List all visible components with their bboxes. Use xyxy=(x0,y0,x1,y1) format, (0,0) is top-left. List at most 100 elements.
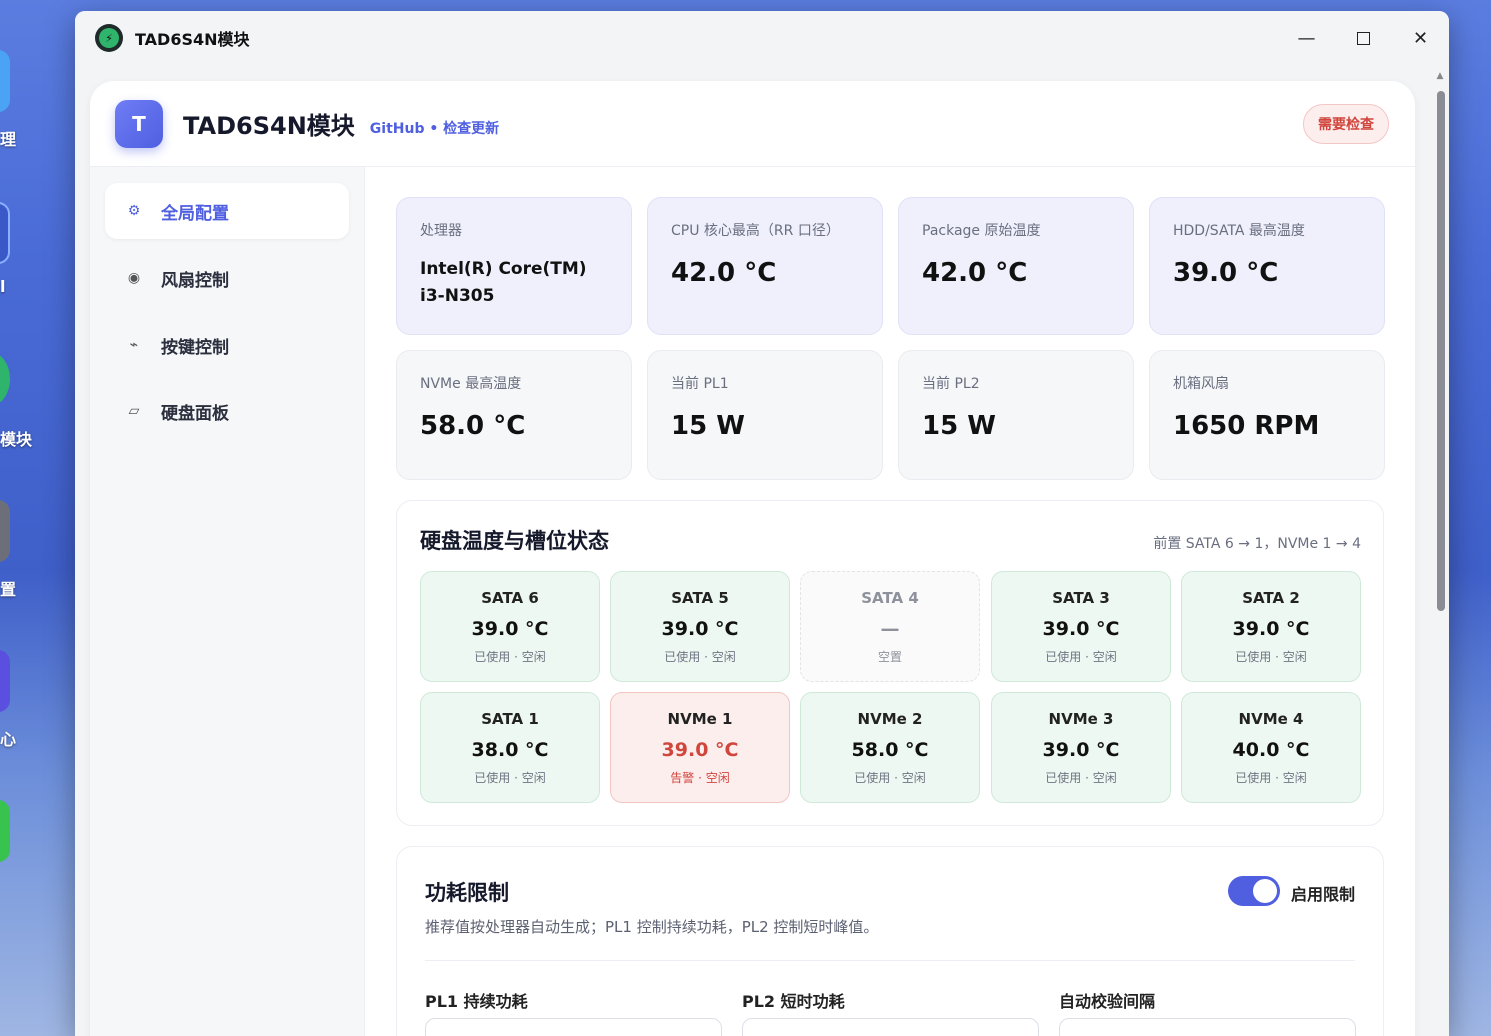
stat-label: Package 原始温度 xyxy=(922,223,1041,239)
stat-card-hdd-max: HDD/SATA 最高温度 39.0 °C xyxy=(1149,197,1385,335)
slot-status: 已使用 · 空闲 xyxy=(1235,771,1307,785)
disk-slot-nvme4[interactable]: NVMe 4 40.0 °C 已使用 · 空闲 xyxy=(1181,692,1361,803)
check-update-link[interactable]: 检查更新 xyxy=(443,121,499,137)
stat-card-cpu: 处理器 Intel(R) Core(TM) i3-N305 xyxy=(396,197,632,335)
power-description: 推荐值按处理器自动生成；PL1 控制持续功耗，PL2 控制短时峰值。 xyxy=(425,918,879,936)
desktop-icon-3[interactable] xyxy=(0,352,10,406)
slot-name: SATA 4 xyxy=(861,589,919,607)
power-limit-panel: 功耗限制 启用限制 推荐值按处理器自动生成；PL1 控制持续功耗，PL2 控制短… xyxy=(396,846,1384,1036)
stat-card-pl2: 当前 PL2 15 W xyxy=(898,350,1134,480)
slot-status: 已使用 · 空闲 xyxy=(854,771,926,785)
sidebar-item-disk-panel[interactable]: ▱ 硬盘面板 xyxy=(105,383,349,439)
maximize-button[interactable] xyxy=(1335,11,1392,65)
stat-value: 1650 RPM xyxy=(1173,411,1320,441)
disk-slot-sata4[interactable]: SATA 4 — 空置 xyxy=(800,571,980,682)
desktop-icon-1[interactable] xyxy=(0,50,10,112)
desktop-icon-4[interactable] xyxy=(0,500,10,562)
maximize-icon xyxy=(1357,31,1370,45)
stat-value: 42.0 °C xyxy=(671,258,777,288)
divider xyxy=(425,960,1355,961)
slot-temp: 39.0 °C xyxy=(1042,618,1120,640)
status-badge[interactable]: 需要检查 xyxy=(1303,104,1389,144)
brand-badge: T xyxy=(115,99,163,148)
stat-label: 处理器 xyxy=(420,223,462,239)
stat-label: 机箱风扇 xyxy=(1173,376,1229,392)
app-window: ⚡ TAD6S4N模块 — ✕ T TAD6S4N模块 GitHub • 检查更… xyxy=(75,11,1449,1036)
slot-name: SATA 5 xyxy=(671,589,729,607)
slot-temp: 39.0 °C xyxy=(1042,739,1120,761)
desktop-icon-6[interactable] xyxy=(0,800,10,862)
sidebar-item-global-config[interactable]: ⚙ 全局配置 xyxy=(105,183,349,239)
github-link[interactable]: GitHub xyxy=(370,121,425,137)
close-icon: ✕ xyxy=(1412,27,1429,49)
stat-card-cpu-core-max: CPU 核心最高（RR 口径） 42.0 °C xyxy=(647,197,883,335)
stat-card-chassis-fan: 机箱风扇 1650 RPM xyxy=(1149,350,1385,480)
vertical-scrollbar[interactable]: ▲ xyxy=(1435,71,1445,1036)
disk-slot-nvme2[interactable]: NVMe 2 58.0 °C 已使用 · 空闲 xyxy=(800,692,980,803)
desktop-icon-2[interactable] xyxy=(0,202,10,264)
stat-label: CPU 核心最高（RR 口径） xyxy=(671,223,840,239)
sidebar: ⚙ 全局配置 ◉ 风扇控制 ⌁ 按键控制 ▱ 硬盘面板 xyxy=(90,167,365,1036)
slot-temp: 40.0 °C xyxy=(1232,739,1310,761)
slot-temp: — xyxy=(880,618,900,640)
disk-slot-sata1[interactable]: SATA 1 38.0 °C 已使用 · 空闲 xyxy=(420,692,600,803)
slot-status: 空置 xyxy=(877,650,902,664)
close-button[interactable]: ✕ xyxy=(1392,11,1449,65)
sidebar-item-fan-control[interactable]: ◉ 风扇控制 xyxy=(105,250,349,306)
slot-name: NVMe 4 xyxy=(1238,710,1304,728)
desktop-label-2: l xyxy=(0,277,6,296)
slot-name: SATA 3 xyxy=(1052,589,1110,607)
page-title: TAD6S4N模块 xyxy=(183,112,355,140)
app-card: T TAD6S4N模块 GitHub • 检查更新 需要检查 ⚙ 全局配置 ◉ … xyxy=(90,81,1415,1036)
pl1-label: PL1 持续功耗 xyxy=(425,992,528,1011)
pl2-input[interactable] xyxy=(742,1018,1039,1036)
desktop-icon-5[interactable] xyxy=(0,650,10,712)
slot-status: 已使用 · 空闲 xyxy=(1235,650,1307,664)
sidebar-item-label: 按键控制 xyxy=(161,337,229,358)
disk-slot-nvme1[interactable]: NVMe 1 39.0 °C 告警 · 空闲 xyxy=(610,692,790,803)
scroll-up-icon[interactable]: ▲ xyxy=(1435,71,1445,81)
disk-panel-note: 前置 SATA 6 → 1，NVMe 1 → 4 xyxy=(1153,536,1361,552)
check-interval-input[interactable] xyxy=(1059,1018,1356,1036)
key-icon: ⌁ xyxy=(129,337,139,353)
stat-card-nvme-max: NVMe 最高温度 58.0 °C xyxy=(396,350,632,480)
desktop-label-3: 模块 xyxy=(0,430,33,449)
title-bar[interactable]: ⚡ TAD6S4N模块 — ✕ xyxy=(75,11,1449,65)
pl1-input[interactable] xyxy=(425,1018,722,1036)
stat-label: HDD/SATA 最高温度 xyxy=(1173,223,1305,239)
stat-value: 15 W xyxy=(922,411,996,441)
stat-label: 当前 PL2 xyxy=(922,376,980,392)
slot-temp: 39.0 °C xyxy=(471,618,549,640)
slot-name: SATA 6 xyxy=(481,589,539,607)
slot-temp: 39.0 °C xyxy=(661,739,739,761)
power-panel-title: 功耗限制 xyxy=(425,881,509,905)
check-interval-label: 自动校验间隔 xyxy=(1059,992,1156,1011)
stat-label: 当前 PL1 xyxy=(671,376,729,392)
disk-status-panel: 硬盘温度与槽位状态 前置 SATA 6 → 1，NVMe 1 → 4 SATA … xyxy=(396,500,1384,826)
disk-slot-sata6[interactable]: SATA 6 39.0 °C 已使用 · 空闲 xyxy=(420,571,600,682)
slot-status: 已使用 · 空闲 xyxy=(474,771,546,785)
desktop-label-5: 心 xyxy=(0,730,17,749)
enable-limit-toggle[interactable] xyxy=(1228,876,1280,906)
lightning-shield-icon: ⚡ xyxy=(95,24,123,52)
disk-slot-sata5[interactable]: SATA 5 39.0 °C 已使用 · 空闲 xyxy=(610,571,790,682)
slot-temp: 38.0 °C xyxy=(471,739,549,761)
stat-card-pl1: 当前 PL1 15 W xyxy=(647,350,883,480)
app-header: T TAD6S4N模块 GitHub • 检查更新 需要检查 xyxy=(90,81,1415,167)
slot-status: 告警 · 空闲 xyxy=(670,771,730,785)
slot-name: SATA 1 xyxy=(481,710,539,728)
stat-value: 39.0 °C xyxy=(1173,258,1279,288)
sidebar-item-label: 风扇控制 xyxy=(161,270,229,291)
scroll-thumb[interactable] xyxy=(1437,91,1445,611)
slot-status: 已使用 · 空闲 xyxy=(1045,650,1117,664)
stat-label: NVMe 最高温度 xyxy=(420,376,522,392)
sidebar-item-key-control[interactable]: ⌁ 按键控制 xyxy=(105,317,349,373)
gear-icon: ⚙ xyxy=(127,203,141,219)
disk-slot-sata3[interactable]: SATA 3 39.0 °C 已使用 · 空闲 xyxy=(991,571,1171,682)
disk-slot-sata2[interactable]: SATA 2 39.0 °C 已使用 · 空闲 xyxy=(1181,571,1361,682)
slot-status: 已使用 · 空闲 xyxy=(474,650,546,664)
disk-panel-title: 硬盘温度与槽位状态 xyxy=(420,529,609,553)
sidebar-item-label: 全局配置 xyxy=(161,203,229,224)
disk-slot-nvme3[interactable]: NVMe 3 39.0 °C 已使用 · 空闲 xyxy=(991,692,1171,803)
minimize-button[interactable]: — xyxy=(1278,11,1335,65)
